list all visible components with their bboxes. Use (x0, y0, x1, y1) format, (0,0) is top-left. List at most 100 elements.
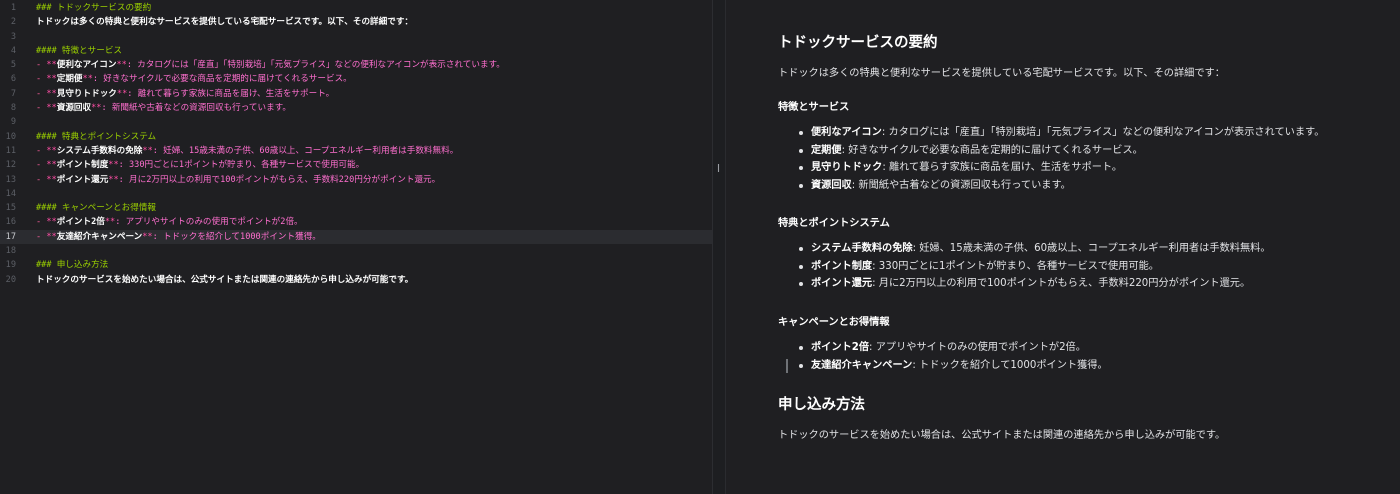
code-token: #### 特典とポイントシステム (36, 131, 157, 142)
preview-list-item: 友達紹介キャンペーン: トドックを紹介して1000ポイント獲得。 (778, 357, 1108, 375)
code-token: - (36, 74, 47, 85)
code-token: : アプリやサイトのみの使用でポイントが2倍。 (115, 217, 303, 228)
line-code: トドックのサービスを始めたい場合は、公式サイトまたは関連の連絡先から申し込みが可… (36, 273, 413, 287)
code-token: - (36, 231, 47, 242)
item-text: : アプリやサイトのみの使用でポイントが2倍。 (869, 342, 1086, 353)
preview-intro: トドックは多くの特典と便利なサービスを提供している宅配サービスです。以下、その詳… (778, 68, 1225, 79)
preview-list-item: 定期便: 好きなサイクルで必要な商品を定期的に届けてくれるサービス。 (778, 142, 1324, 160)
preview-list: 便利なアイコン: カタログには「産直」「特別栽培」「元気プライス」などの便利なア… (778, 124, 1324, 194)
editor-line[interactable]: 14 (0, 187, 712, 201)
editor-line[interactable]: 6- **定期便**: 好きなサイクルで必要な商品を定期的に届けてくれるサービス… (0, 72, 712, 86)
line-number: 4 (10, 45, 16, 56)
editor-line[interactable]: 10 #### 特典とポイントシステム (0, 130, 712, 144)
editor-line[interactable]: 19 ### 申し込み方法 (0, 258, 712, 272)
code-token: ** (46, 217, 57, 228)
line-number: 12 (5, 160, 16, 171)
line-number: 3 (10, 31, 16, 42)
preview-apply-heading: 申し込み方法 (778, 397, 865, 413)
preview-title: トドックサービスの要約 (778, 35, 938, 51)
preview-list: ポイント2倍: アプリやサイトのみの使用でポイントが2倍。 友達紹介キャンペーン:… (778, 339, 1108, 374)
editor-line[interactable]: 9 (0, 115, 712, 129)
code-token: #### 特徴とサービス (36, 45, 123, 56)
code-token: ### トドックサービスの要約 (36, 3, 152, 13)
editor-line[interactable]: 7- **見守りトドック**: 離れて暮らす家族に商品を届け、生活をサポート。 (0, 87, 712, 101)
preview-section-heading: キャンペーンとお得情報 (778, 317, 890, 328)
line-code: ### 申し込み方法 (36, 258, 108, 272)
editor-line[interactable]: 8- **資源回収**: 新聞紙や古着などの資源回収も行っています。 (0, 101, 712, 115)
line-number: 1 (10, 3, 16, 13)
editor-line[interactable]: 4 #### 特徴とサービス (0, 44, 712, 58)
preview-list: システム手数料の免除: 妊婦、15歳未満の子供、60歳以上、コープエネルギー利用… (778, 240, 1271, 293)
editor-line[interactable]: 18 (0, 244, 712, 258)
text-cursor-icon: Ⅰ (716, 162, 721, 175)
editor-line[interactable]: 2 トドックは多くの特典と便利なサービスを提供している宅配サービスです。以下、その… (0, 15, 712, 29)
editor-line[interactable]: 3 (0, 30, 712, 44)
editor-line[interactable]: 20 トドックのサービスを始めたい場合は、公式サイトまたは関連の連絡先から申し込み… (0, 273, 712, 287)
code-token: : 月に2万円以上の利用で100ポイントがもらえ、手数料220円分がポイント還元… (118, 174, 441, 185)
editor-line[interactable]: 13- **ポイント還元**: 月に2万円以上の利用で100ポイントがもらえ、手… (0, 173, 712, 187)
editor-line[interactable]: 12 - **ポイント制度**: 330円ごとに1ポイントが貯まり、各種サービスで… (0, 158, 712, 172)
item-text: : 好きなサイクルで必要な商品を定期的に届けてくれるサービス。 (841, 144, 1143, 156)
item-text: : 330円ごとに1ポイントが貯まり、各種サービスで使用可能。 (872, 260, 1159, 272)
editor-line-current[interactable]: 17- **友達紹介キャンペーン**: トドックを紹介して1000ポイント獲得。 (0, 229, 712, 245)
line-code: - **便利なアイコン**: カタログには「産直」「特別栽培」「元気プライス」な… (36, 58, 505, 72)
line-code: - **友達紹介キャンペーン**: トドックを紹介して1000ポイント獲得。 (36, 230, 321, 244)
code-token: ** (46, 60, 57, 71)
code-token: 友達紹介キャンペーン (56, 231, 143, 242)
item-text: : 妊婦、15歳未満の子供、60歳以上、コープエネルギー利用者は手数料無料。 (912, 243, 1271, 254)
item-bold-label: 資源回収 (811, 179, 852, 191)
code-token: - (36, 160, 47, 171)
editor-line[interactable]: 1 ### トドックサービスの要約 (0, 1, 712, 15)
line-number: 6 (10, 74, 16, 85)
code-token: ** (46, 74, 57, 85)
code-token: 定期便 (56, 74, 83, 85)
code-token: トドックは多くの特典と便利なサービスを提供している宅配サービスです。以下、その詳… (36, 17, 414, 28)
preview-list-item: 便利なアイコン: カタログには「産直」「特別栽培」「元気プライス」などの便利なア… (778, 124, 1324, 142)
code-token: ** (104, 217, 116, 228)
preview-list-item: 資源回収: 新聞紙や古着などの資源回収も行っています。 (778, 177, 1324, 195)
line-number: 2 (10, 17, 16, 28)
code-token: 便利なアイコン (56, 60, 117, 71)
editor-line[interactable]: 15 #### キャンペーンとお得情報 (0, 201, 712, 215)
line-number: 9 (10, 117, 16, 128)
code-token: : 妊婦、15歳未満の子供、60歳以上、コープエネルギー利用者は手数料無料。 (152, 145, 459, 156)
line-code: #### 特典とポイントシステム (36, 130, 156, 144)
item-bold-label: ポイント制度 (811, 260, 873, 272)
item-bold-label: 見守りトドック (811, 162, 883, 174)
code-token: : 330円ごとに1ポイントが貯まり、各種サービスで使用可能。 (118, 160, 365, 171)
code-token: ** (142, 231, 153, 242)
code-token: - (36, 217, 47, 228)
item-bold-label: 定期便 (811, 144, 842, 156)
code-token: 見守りトドック (56, 88, 117, 99)
line-number: 7 (10, 88, 16, 99)
line-code: #### キャンペーンとお得情報 (36, 201, 156, 215)
line-code: - **ポイント制度**: 330円ごとに1ポイントが貯まり、各種サービスで使用… (36, 158, 364, 172)
code-token: : カタログには「産直」「特別栽培」「元気プライス」などの便利なアイコンが表示さ… (126, 60, 505, 71)
editor-line[interactable]: 11- **システム手数料の免除**: 妊婦、15歳未満の子供、60歳以上、コー… (0, 144, 712, 158)
code-token: ** (108, 160, 119, 171)
code-token: - (36, 145, 47, 156)
line-number: 19 (5, 260, 16, 271)
preview-list-item: ポイント制度: 330円ごとに1ポイントが貯まり、各種サービスで使用可能。 (778, 258, 1271, 276)
editor-line[interactable]: 16- **ポイント2倍**: アプリやサイトのみの使用でポイントが2倍。 (0, 215, 712, 229)
code-token: ポイント制度 (56, 160, 109, 171)
preview-pane: トドックサービスの要約 トドックは多くの特典と便利なサービスを提供している宅配サ… (726, 0, 1400, 494)
active-line-marker (786, 358, 788, 373)
code-token: ** (46, 231, 57, 242)
line-code: トドックは多くの特典と便利なサービスを提供している宅配サービスです。以下、その詳… (36, 15, 413, 29)
editor-line[interactable]: 5- **便利なアイコン**: カタログには「産直」「特別栽培」「元気プライス」… (0, 58, 712, 72)
line-number: 14 (5, 188, 16, 199)
editor-pane[interactable]: 1 ### トドックサービスの要約 2 トドックは多くの特典と便利なサービスを提供して… (0, 0, 713, 494)
line-number: 11 (5, 145, 16, 156)
item-bold-label: システム手数料の免除 (811, 243, 913, 254)
preview-list-item: 見守りトドック: 離れて暮らす家族に商品を届け、生活をサポート。 (778, 159, 1324, 177)
line-code: #### 特徴とサービス (36, 44, 122, 58)
item-bold-label: ポイント還元 (811, 278, 873, 290)
item-text: : 新聞紙や古着などの資源回収も行っています。 (851, 179, 1071, 191)
line-number: 13 (5, 174, 16, 185)
line-code: ### トドックサービスの要約 (36, 1, 151, 15)
line-number: 10 (5, 131, 16, 142)
pane-divider[interactable]: Ⅰ (713, 0, 726, 494)
line-code: - **ポイント2倍**: アプリやサイトのみの使用でポイントが2倍。 (36, 215, 303, 229)
code-token: ** (46, 174, 57, 185)
